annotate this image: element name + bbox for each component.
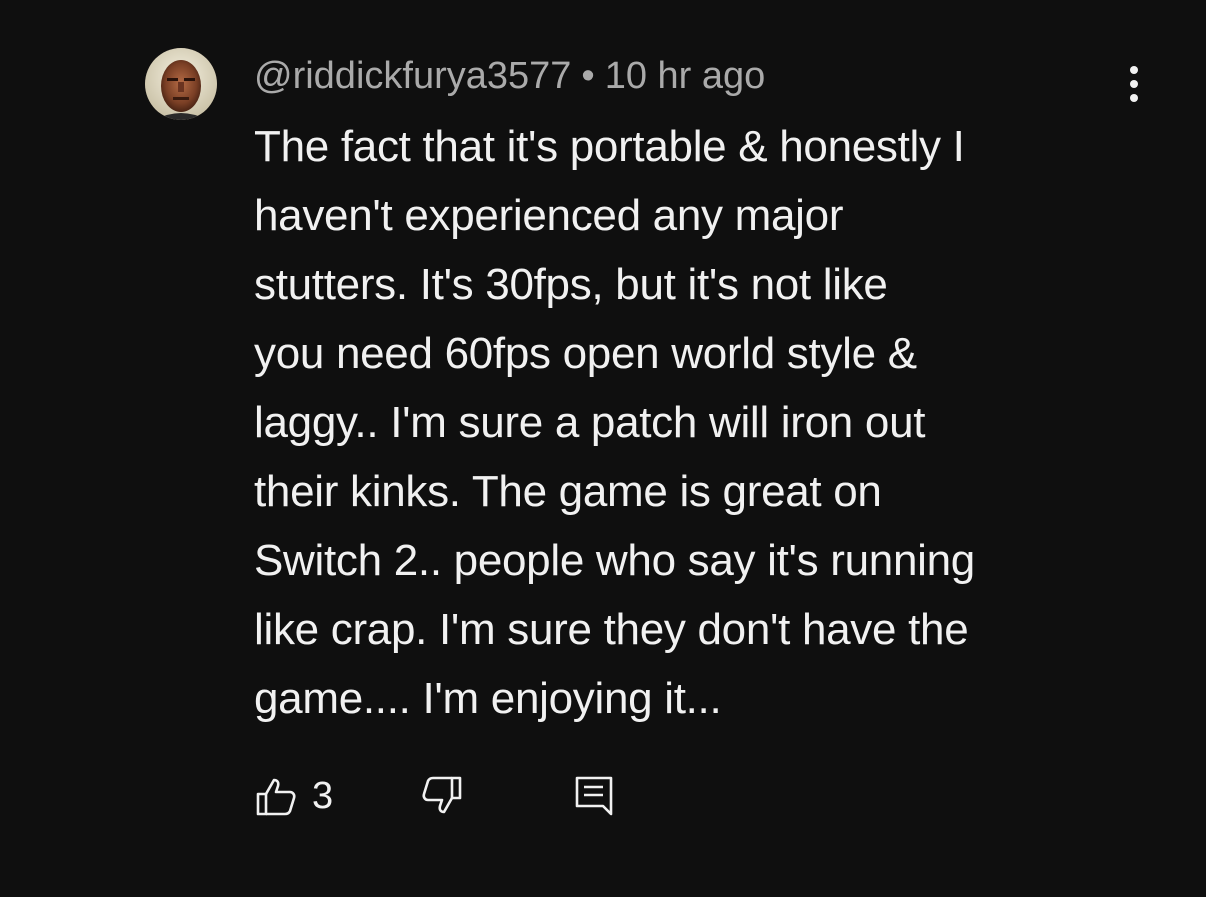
comment-text: The fact that it's portable & honestly I… [254,122,975,723]
like-button[interactable]: 3 [254,770,333,822]
author-handle[interactable]: @riddickfurya3577 [254,55,571,98]
meta-separator: • [581,54,595,97]
thumbs-down-icon [422,776,462,814]
comment-actions: 3 [254,770,674,822]
dislike-button[interactable] [420,770,464,822]
comment-thread: @riddickfurya3577 • 10 hr ago The fact t… [0,0,1206,897]
like-count: 3 [312,774,334,817]
avatar[interactable] [145,48,217,120]
comment-menu-button[interactable] [1112,62,1156,106]
reply-button[interactable] [572,770,616,822]
comment-timestamp[interactable]: 10 hr ago [605,55,766,98]
more-vertical-icon [1130,66,1138,102]
thumbs-up-icon [256,778,296,816]
comment-meta: @riddickfurya3577 • 10 hr ago [254,54,765,98]
reply-comment-icon [575,776,613,816]
avatar-image [145,48,217,120]
